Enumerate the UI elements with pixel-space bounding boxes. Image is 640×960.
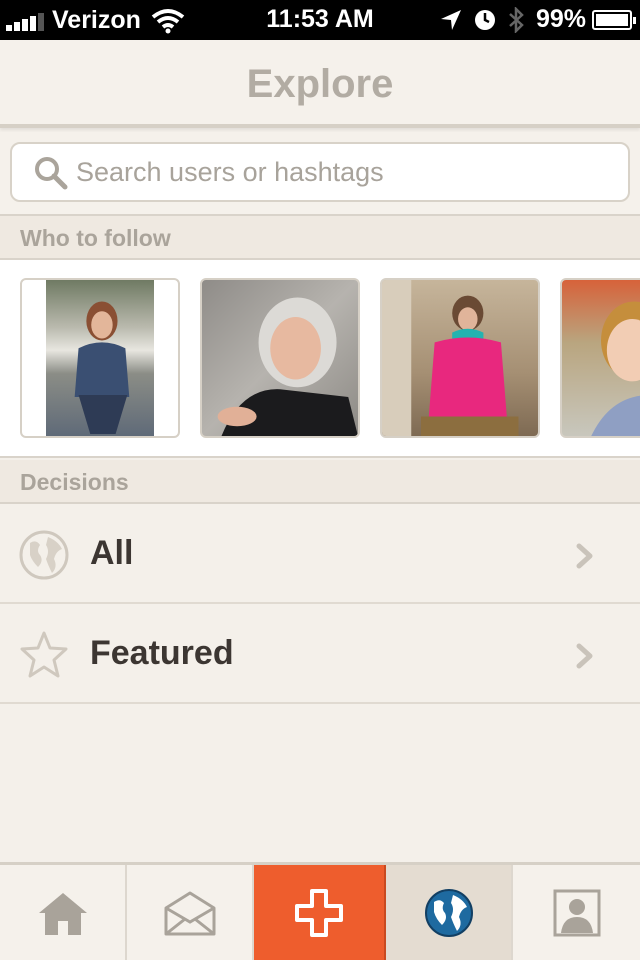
envelope-icon (164, 891, 215, 935)
tab-profile[interactable] (513, 865, 640, 960)
page-title: Explore (246, 62, 394, 106)
decisions-row-featured[interactable]: Featured (0, 604, 640, 704)
who-to-follow-header: Who to follow (0, 216, 640, 260)
tab-home[interactable] (0, 865, 127, 960)
suggested-user-avatar[interactable] (560, 278, 640, 438)
suggested-user-avatar[interactable] (380, 278, 540, 438)
tab-compose[interactable] (254, 865, 386, 960)
chevron-right-icon (576, 543, 593, 569)
navigation-bar: Explore (0, 40, 640, 128)
tab-explore[interactable] (386, 865, 513, 960)
person-silhouette (382, 280, 519, 436)
battery-icon (592, 9, 636, 30)
tab-inbox[interactable] (127, 865, 254, 960)
tab-bar (0, 862, 640, 960)
who-to-follow-strip[interactable] (0, 260, 640, 458)
globe-icon (19, 530, 69, 580)
person-silhouette (591, 301, 640, 436)
suggested-user-avatar[interactable] (20, 278, 180, 438)
bluetooth-icon (509, 6, 524, 33)
home-icon (38, 892, 87, 935)
status-bar: Verizon 11:53 AM 99% (0, 0, 640, 40)
search-box[interactable] (10, 142, 630, 202)
decisions-row-label: All (90, 534, 134, 572)
suggested-user-avatar[interactable] (200, 278, 360, 438)
decisions-row-all[interactable]: All (0, 504, 640, 604)
battery-percent: 99% (535, 5, 586, 33)
plus-icon (295, 888, 343, 937)
star-icon (20, 631, 68, 678)
decisions-row-label: Featured (90, 634, 234, 672)
clock-icon (474, 9, 495, 30)
search-container (0, 132, 640, 216)
location-arrow-icon (440, 9, 461, 30)
globe-icon (424, 888, 473, 937)
chevron-right-icon (576, 643, 593, 669)
person-silhouette (74, 301, 130, 435)
search-icon (35, 157, 68, 190)
decisions-header: Decisions (0, 460, 640, 504)
person-silhouette (217, 297, 358, 436)
profile-icon (553, 889, 600, 936)
search-input[interactable] (76, 154, 616, 190)
